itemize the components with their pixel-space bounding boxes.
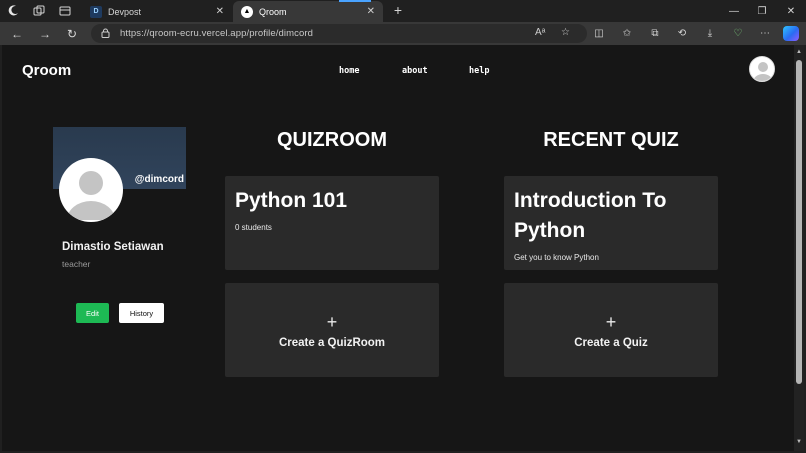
- tab-title: Devpost: [108, 6, 142, 17]
- minimize-icon[interactable]: —: [720, 0, 748, 22]
- tab-devpost[interactable]: D Devpost ✕: [82, 1, 232, 22]
- recent-quiz-card[interactable]: Introduction To Python Get you to know P…: [504, 176, 718, 270]
- downloads-icon[interactable]: ⤓: [702, 26, 718, 41]
- devpost-favicon-icon: D: [90, 5, 102, 18]
- copilot-icon[interactable]: [783, 26, 799, 41]
- more-menu-icon[interactable]: ⋯: [757, 26, 773, 41]
- new-tab-icon[interactable]: +: [390, 2, 406, 18]
- nav-help-link[interactable]: help: [469, 66, 489, 76]
- close-tab-icon[interactable]: ✕: [216, 6, 224, 17]
- quizroom-student-count: 0 students: [235, 223, 272, 232]
- vertical-tabs-icon[interactable]: [52, 0, 78, 22]
- create-quiz-label: Create a Quiz: [574, 337, 648, 349]
- profile-name: Dimastio Setiawan: [62, 241, 164, 253]
- back-icon[interactable]: ←: [8, 25, 26, 42]
- refresh-icon[interactable]: ↻: [63, 25, 81, 42]
- address-bar[interactable]: https://qroom-ecru.vercel.app/profile/di…: [91, 24, 587, 43]
- history-button[interactable]: History: [119, 303, 164, 323]
- create-quiz-card[interactable]: + Create a Quiz: [504, 283, 718, 377]
- forward-icon[interactable]: →: [36, 25, 54, 42]
- quizroom-name: Python 101: [235, 189, 348, 212]
- browser-window: D Devpost ✕ ▲ Qroom ✕ + — ❐ ✕ ← → ↻ http…: [0, 0, 806, 453]
- close-window-icon[interactable]: ✕: [777, 0, 805, 22]
- restore-icon[interactable]: ❐: [748, 0, 776, 22]
- split-screen-icon[interactable]: ◫: [591, 26, 607, 41]
- plus-icon: +: [605, 312, 617, 332]
- recent-quiz-heading: RECENT QUIZ: [543, 129, 679, 151]
- favorite-star-icon[interactable]: ☆: [561, 27, 570, 38]
- qroom-favicon-icon: ▲: [241, 5, 253, 18]
- scroll-up-icon[interactable]: ▲: [795, 49, 803, 55]
- quizroom-heading: QUIZROOM: [277, 129, 387, 151]
- history-icon[interactable]: ⟲: [674, 26, 690, 41]
- lock-icon: [101, 28, 110, 40]
- workspaces-icon[interactable]: [26, 0, 52, 22]
- recent-quiz-description: Get you to know Python: [514, 253, 599, 262]
- url-text: https://qroom-ecru.vercel.app/profile/di…: [120, 28, 313, 39]
- tab-qroom[interactable]: ▲ Qroom ✕: [233, 0, 383, 22]
- browser-profile-icon[interactable]: [0, 0, 26, 22]
- profile-handle: @dimcord: [134, 174, 184, 185]
- page-scrollbar[interactable]: ▲ ▼: [794, 45, 804, 451]
- profile-avatar-icon: [59, 158, 123, 222]
- tab-strip: D Devpost ✕ ▲ Qroom ✕ + — ❐ ✕: [0, 0, 806, 22]
- collections-icon[interactable]: ⧉: [647, 26, 663, 41]
- nav-about-link[interactable]: about: [402, 66, 428, 76]
- create-quizroom-card[interactable]: + Create a QuizRoom: [225, 283, 439, 377]
- user-avatar-icon[interactable]: [749, 56, 775, 82]
- close-tab-icon[interactable]: ✕: [367, 6, 375, 17]
- browser-toolbar: ← → ↻ https://qroom-ecru.vercel.app/prof…: [0, 22, 806, 45]
- tab-title: Qroom: [259, 6, 287, 17]
- quizroom-card[interactable]: Python 101 0 students: [225, 176, 439, 270]
- profile-role: teacher: [62, 259, 91, 269]
- recent-quiz-name: Introduction To Python: [514, 189, 667, 242]
- plus-icon: +: [326, 312, 338, 332]
- favorites-icon[interactable]: ✩: [619, 26, 635, 41]
- web-page: Qroom home about help @dimcord Dimastio …: [2, 45, 794, 451]
- app-logo[interactable]: Qroom: [22, 62, 71, 79]
- scrollbar-thumb[interactable]: [796, 60, 802, 384]
- scroll-down-icon[interactable]: ▼: [795, 439, 803, 445]
- nav-home-link[interactable]: home: [339, 66, 359, 76]
- read-aloud-icon[interactable]: A͏ᵃ: [535, 27, 545, 38]
- create-quizroom-label: Create a QuizRoom: [278, 337, 386, 349]
- edit-profile-button[interactable]: Edit: [76, 303, 109, 323]
- browser-essentials-icon[interactable]: ♡: [730, 26, 746, 41]
